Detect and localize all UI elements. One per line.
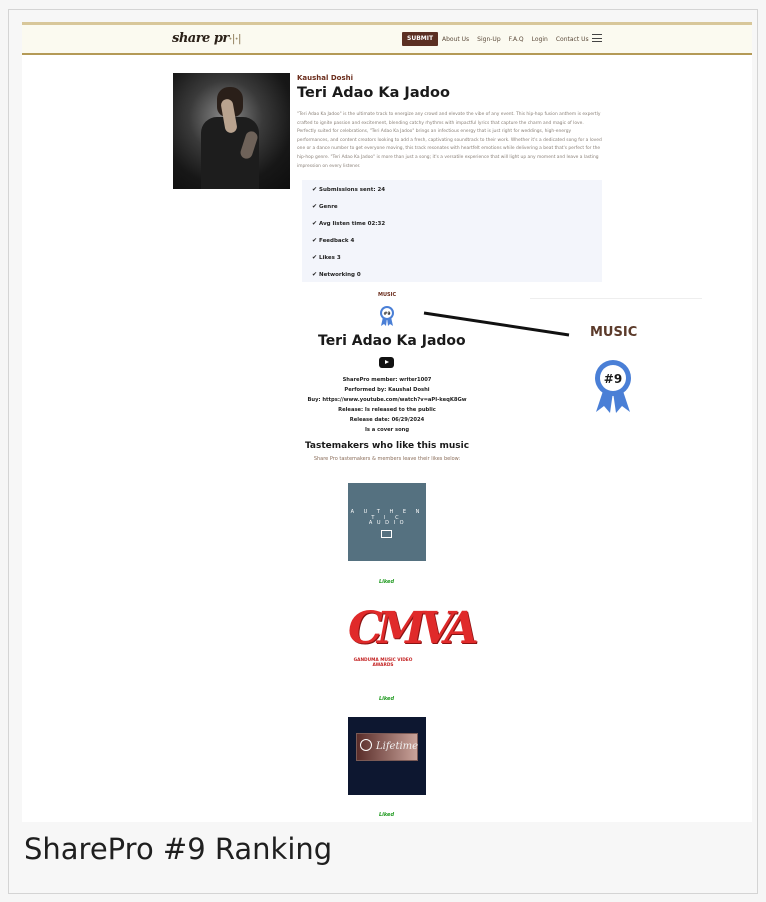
hamburger-menu-icon[interactable] (592, 34, 602, 42)
ranking-category-small: MUSIC (378, 292, 397, 298)
svg-text:#9: #9 (384, 311, 391, 317)
track-description: "Teri Adao Ka Jadoo" is the ultimate tra… (297, 112, 602, 169)
detail-buy-link[interactable]: Buy: https://www.youtube.com/watch?v=aPI… (272, 395, 502, 405)
nav-signup[interactable]: Sign-Up (477, 36, 500, 43)
lifetime-text: Lifetime (376, 741, 419, 752)
image-caption: SharePro #9 Ranking (24, 832, 333, 866)
nav-about[interactable]: About Us (442, 36, 469, 43)
check-icon: ✔ (312, 220, 318, 227)
youtube-play-icon[interactable] (379, 357, 394, 368)
tastemaker-card-authentic-audio[interactable]: A U T H E N T I C A U D I O (348, 483, 426, 561)
navbar: share pr·|·| SUBMIT About Us Sign-Up F.A… (22, 25, 752, 55)
tastemakers-title: Tastemakers who like this music (304, 441, 470, 451)
check-icon: ✔ (312, 203, 318, 210)
screenshot: share pr·|·| SUBMIT About Us Sign-Up F.A… (22, 22, 752, 822)
logo-text: share pr (172, 31, 229, 46)
track-details: SharePro member: writer1007 Performed by… (272, 375, 502, 435)
logo-suffix: ·|·| (228, 34, 242, 45)
check-icon: ✔ (312, 186, 318, 193)
song-title-secondary: Teri Adao Ka Jadoo (318, 333, 466, 349)
svg-text:#9: #9 (604, 372, 622, 386)
play-circle-icon (360, 739, 372, 751)
stat-submissions: ✔ Submissions sent: 24 (312, 186, 386, 193)
divider (530, 298, 702, 299)
stat-likes: ✔ Likes 3 (312, 254, 341, 261)
nav-login[interactable]: Login (532, 36, 548, 43)
liked-label: Liked (379, 579, 395, 585)
ribbon-badge-small-icon: #9 (380, 306, 394, 326)
track-title: Teri Adao Ka Jadoo (297, 85, 450, 101)
sharepro-logo[interactable]: share pr·|·| (172, 31, 242, 46)
nav-links: About Us Sign-Up F.A.Q Login Contact Us (442, 36, 589, 43)
check-icon: ✔ (312, 271, 318, 278)
detail-release-date: Release date: 06/29/2024 (349, 417, 425, 423)
nav-contact[interactable]: Contact Us (556, 36, 589, 43)
check-icon: ✔ (312, 254, 318, 261)
ranking-category-large: MUSIC (590, 325, 638, 340)
detail-cover: Is a cover song (364, 427, 410, 433)
artist-name[interactable]: Kaushal Doshi (297, 74, 353, 82)
stat-feedback: ✔ Feedback 4 (312, 237, 355, 244)
tastemakers-subtitle: Share Pro tastemakers & members leave th… (313, 456, 461, 462)
card-line2: A U D I O (368, 520, 406, 526)
liked-label: Liked (379, 812, 395, 818)
stats-panel: ✔ Submissions sent: 24 ✔ Genre ✔ Avg listen… (302, 180, 602, 282)
liked-label: Liked (379, 696, 395, 702)
stat-listen-time: ✔ Avg listen time 02:32 (312, 220, 386, 227)
check-icon: ✔ (312, 237, 318, 244)
tastemaker-card-cmva[interactable]: CMVA GANDUMA MUSIC VIDEO AWARDS (343, 595, 479, 675)
track-artwork (173, 73, 290, 189)
detail-member: SharePro member: writer1007 (342, 377, 432, 383)
detail-release: Release: Is released to the public (338, 407, 436, 413)
cmva-subtitle: GANDUMA MUSIC VIDEO AWARDS (353, 658, 413, 668)
nav-faq[interactable]: F.A.Q (509, 36, 524, 43)
ribbon-badge-large-icon: #9 (595, 360, 631, 413)
submit-button[interactable]: SUBMIT (402, 32, 439, 46)
stat-genre: ✔ Genre (312, 203, 338, 210)
stat-networking: ✔ Networking 0 (312, 271, 361, 278)
detail-performer: Performed by: Kaushal Doshi (344, 387, 430, 393)
monitor-icon (381, 530, 392, 538)
tastemaker-card-lifetime[interactable]: Lifetime (348, 717, 426, 795)
cmva-logo-text: CMVA (348, 603, 479, 654)
